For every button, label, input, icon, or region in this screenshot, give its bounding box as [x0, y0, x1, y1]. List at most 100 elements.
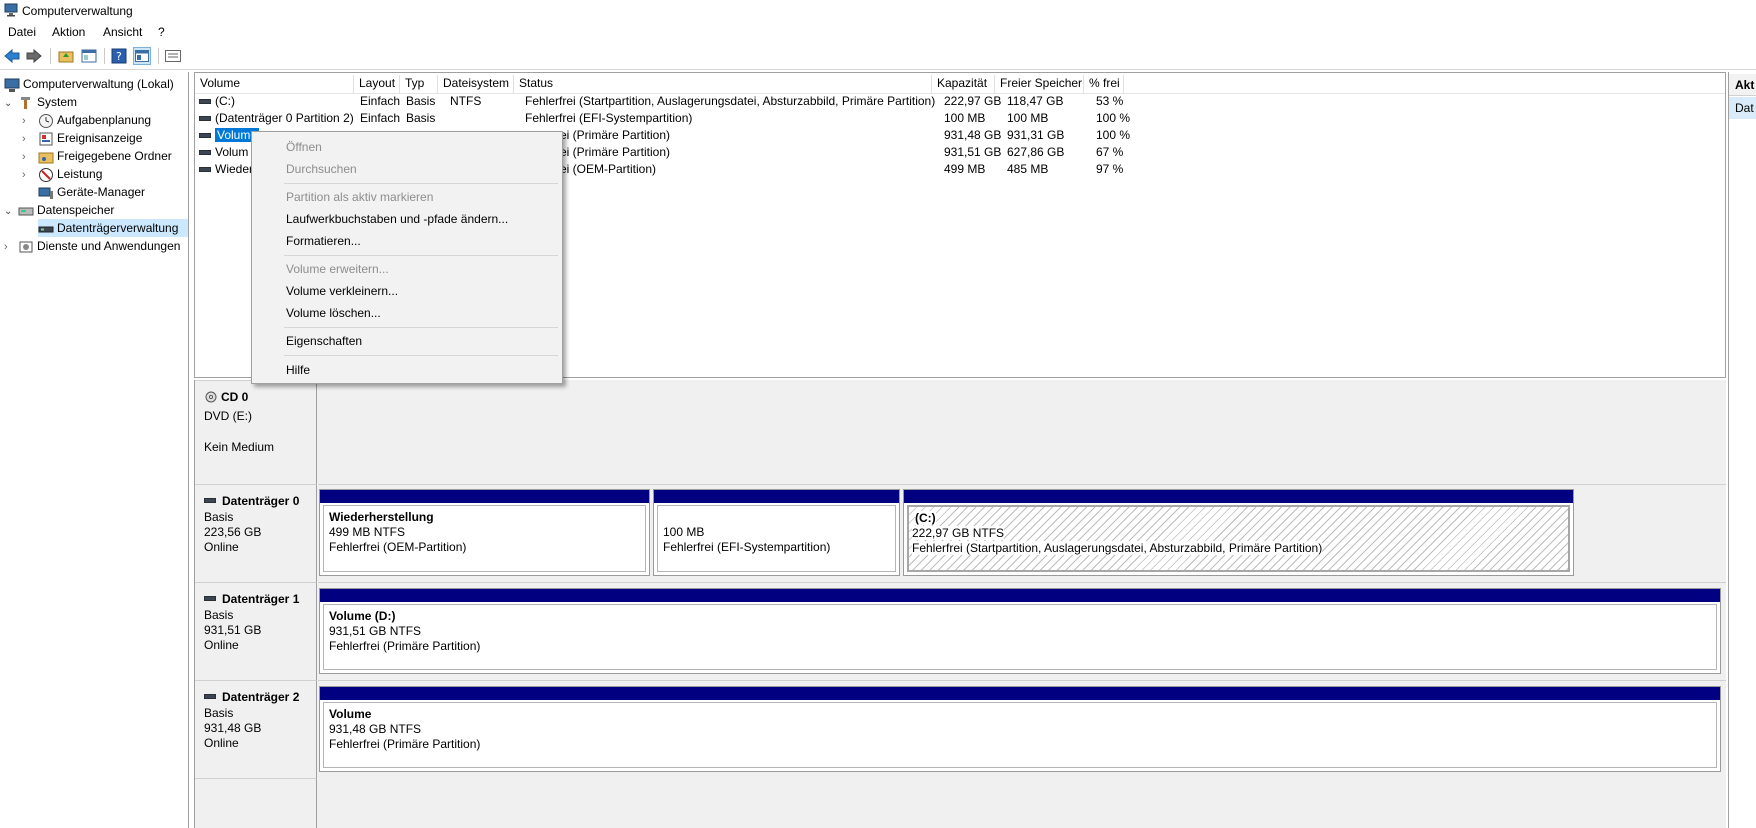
- console-view-icon[interactable]: [133, 47, 151, 65]
- partition-size: 499 MB NTFS: [329, 525, 406, 539]
- table-row[interactable]: (Datenträger 0 Partition 2): [199, 110, 354, 127]
- tree-item-ereignisanzeige[interactable]: › Ereignisanzeige: [22, 129, 142, 147]
- tree-item-aufgabenplanung[interactable]: › Aufgabenplanung: [22, 111, 151, 129]
- drive-icon: [199, 116, 211, 122]
- forward-arrow-icon[interactable]: [25, 47, 43, 65]
- menu-ansicht[interactable]: Ansicht: [103, 25, 142, 39]
- partition-c[interactable]: (C:) 222,97 GB NTFS Fehlerfrei (Startpar…: [903, 489, 1574, 576]
- chevron-right-icon[interactable]: ›: [4, 238, 18, 256]
- column-header-layout[interactable]: Layout: [354, 75, 400, 93]
- menu-item-hilfe[interactable]: Hilfe: [286, 363, 310, 377]
- menu-bar: Datei Aktion Ansicht ?: [0, 22, 1756, 42]
- tree-item-datentraegerverwaltung[interactable]: Datenträgerverwaltung: [38, 219, 188, 237]
- tree-label: Leistung: [57, 167, 103, 181]
- column-header-kapazitaet[interactable]: Kapazität: [932, 75, 995, 93]
- partition-title: Volume (D:): [329, 609, 396, 623]
- tree-label: Computerverwaltung (Lokal): [23, 77, 174, 91]
- column-header-typ[interactable]: Typ: [400, 75, 438, 93]
- table-row[interactable]: Wieder: [199, 161, 253, 178]
- up-folder-icon[interactable]: [57, 47, 75, 65]
- tree-item-datenspeicher[interactable]: ⌄ Datenspeicher: [4, 201, 114, 219]
- cell-volume: Wieder: [215, 162, 254, 176]
- column-header-status[interactable]: Status: [514, 75, 932, 93]
- table-row[interactable]: (C:): [199, 93, 235, 110]
- menu-item-volume-erweitern[interactable]: Volume erweitern...: [286, 262, 389, 276]
- disk-label-1[interactable]: Datenträger 1 Basis 931,51 GB Online: [195, 582, 317, 680]
- tree-label: Geräte-Manager: [57, 185, 146, 199]
- tree-item-geraete-manager[interactable]: Geräte-Manager: [38, 183, 145, 201]
- partition-recovery[interactable]: Wiederherstellung 499 MB NTFS Fehlerfrei…: [319, 489, 650, 576]
- cell-typ: Basis: [406, 94, 436, 108]
- cell-freier-speicher: 485 MB: [1007, 162, 1049, 176]
- tree-item-dienste[interactable]: › Dienste und Anwendungen: [4, 237, 180, 255]
- table-row[interactable]: Volum: [199, 144, 248, 161]
- menu-item-laufwerkbuchstaben[interactable]: Laufwerkbuchstaben und -pfade ändern...: [286, 212, 508, 226]
- disk-icon: [204, 596, 216, 601]
- column-header-prozent-frei[interactable]: % frei: [1084, 75, 1124, 93]
- partition-status: Fehlerfrei (OEM-Partition): [329, 540, 467, 554]
- partition-body: Volume (D:) 931,51 GB NTFS Fehlerfrei (P…: [323, 604, 1717, 670]
- menu-item-formatieren[interactable]: Formatieren...: [286, 234, 361, 248]
- tree-item-root[interactable]: Computerverwaltung (Lokal): [4, 75, 174, 93]
- menu-aktion[interactable]: Aktion: [52, 25, 85, 39]
- cell-prozent-frei: 53 %: [1096, 94, 1124, 108]
- context-menu: Öffnen Durchsuchen Partition als aktiv m…: [251, 131, 563, 384]
- menu-item-volume-loeschen[interactable]: Volume löschen...: [286, 306, 381, 320]
- partition-bar: [654, 490, 899, 503]
- disk-drive-letter: DVD (E:): [204, 409, 252, 423]
- chevron-right-icon[interactable]: ›: [22, 130, 38, 148]
- cell-kapazitaet: 499 MB: [944, 162, 986, 176]
- toolbar-separator: [50, 48, 51, 64]
- menu-item-oeffnen[interactable]: Öffnen: [286, 140, 322, 154]
- menu-item-volume-verkleinern[interactable]: Volume verkleinern...: [286, 284, 398, 298]
- chevron-down-icon[interactable]: ⌄: [4, 203, 18, 221]
- disk-size: 931,48 GB: [204, 721, 262, 735]
- disk-size: 931,51 GB: [204, 623, 262, 637]
- disk-state: Online: [204, 638, 239, 652]
- properties-icon[interactable]: [164, 47, 182, 65]
- partition-size: 931,51 GB NTFS: [329, 624, 422, 638]
- partition-volume[interactable]: Volume 931,48 GB NTFS Fehlerfrei (Primär…: [319, 686, 1721, 772]
- tree-label: Dienste und Anwendungen: [37, 239, 181, 253]
- column-header-dateisystem[interactable]: Dateisystem: [438, 75, 514, 93]
- partition-status: Fehlerfrei (Startpartition, Auslagerungs…: [912, 541, 1323, 555]
- chevron-right-icon[interactable]: ›: [22, 166, 38, 184]
- tree-item-system[interactable]: ⌄ System: [4, 93, 77, 111]
- window-title: Computerverwaltung: [22, 4, 133, 18]
- tree-item-leistung[interactable]: › Leistung: [22, 165, 102, 183]
- disk-label-2[interactable]: Datenträger 2 Basis 931,48 GB Online: [195, 680, 317, 778]
- chevron-right-icon[interactable]: ›: [22, 148, 38, 166]
- disk-area-cd0: [318, 380, 1726, 484]
- cell-kapazitaet: 100 MB: [944, 111, 986, 125]
- chevron-right-icon[interactable]: ›: [22, 112, 38, 130]
- menu-item-aktiv-markieren[interactable]: Partition als aktiv markieren: [286, 190, 433, 204]
- drive-icon: [199, 167, 211, 173]
- partition-status: Fehlerfrei (EFI-Systempartition): [663, 540, 831, 554]
- cell-status: rei (OEM-Partition): [556, 162, 657, 176]
- show-hide-tree-icon[interactable]: [80, 47, 98, 65]
- disk-icon: [204, 694, 216, 699]
- column-header-freier-speicher[interactable]: Freier Speicher: [995, 75, 1084, 93]
- help-icon[interactable]: ?: [110, 47, 128, 65]
- clock-icon: [39, 113, 53, 128]
- tree-item-freigegebene-ordner[interactable]: › Freigegebene Ordner: [22, 147, 172, 165]
- partition-bar: [320, 490, 649, 503]
- menu-item-durchsuchen[interactable]: Durchsuchen: [286, 162, 357, 176]
- partition-size: 100 MB: [663, 525, 705, 539]
- performance-icon: [39, 167, 53, 182]
- cell-kapazitaet: 222,97 GB: [944, 94, 1002, 108]
- back-arrow-icon[interactable]: [3, 47, 21, 65]
- chevron-down-icon[interactable]: ⌄: [4, 95, 18, 113]
- menu-help[interactable]: ?: [158, 25, 165, 39]
- column-header-volume[interactable]: Volume: [195, 75, 354, 93]
- disk-label-cd0[interactable]: CD 0 DVD (E:) Kein Medium: [195, 380, 317, 484]
- partition-status: Fehlerfrei (Primäre Partition): [329, 639, 481, 653]
- disk-label-0[interactable]: Datenträger 0 Basis 223,56 GB Online: [195, 484, 317, 582]
- menu-item-eigenschaften[interactable]: Eigenschaften: [286, 334, 362, 348]
- menu-datei[interactable]: Datei: [8, 25, 36, 39]
- cell-volume: Volum: [215, 145, 249, 159]
- partition-d[interactable]: Volume (D:) 931,51 GB NTFS Fehlerfrei (P…: [319, 588, 1721, 674]
- partition-efi[interactable]: 100 MB Fehlerfrei (EFI-Systempartition): [653, 489, 900, 576]
- actions-item-datentraegerverwaltung[interactable]: Dat: [1729, 97, 1756, 119]
- shared-folder-icon: [38, 152, 54, 164]
